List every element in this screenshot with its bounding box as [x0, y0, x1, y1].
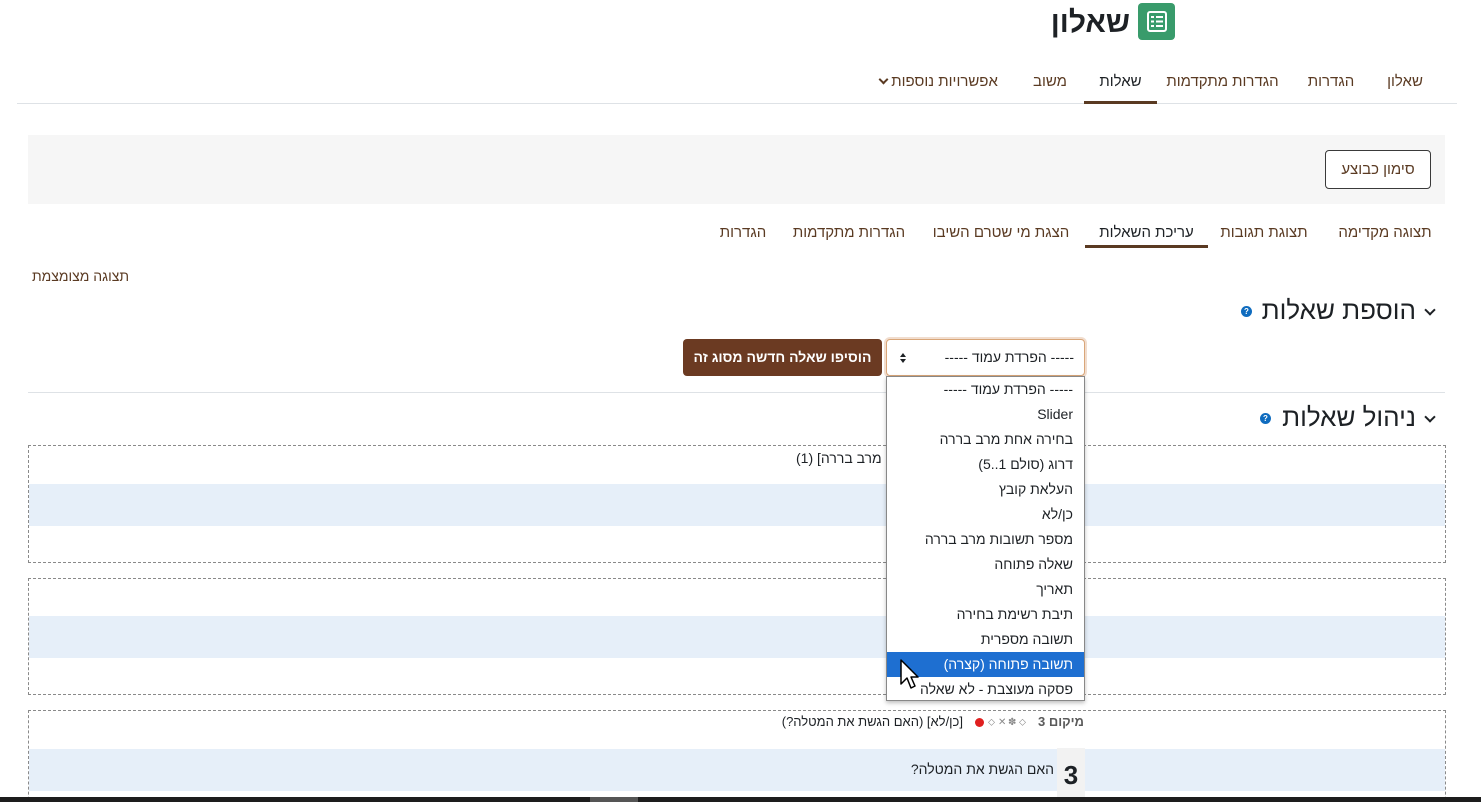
questionnaire-icon [1138, 3, 1175, 40]
option-file-upload[interactable]: העלאת קובץ [887, 477, 1084, 502]
mouse-cursor-icon [900, 659, 919, 689]
tab-advanced-settings[interactable]: הגדרות מתקדמות [1160, 62, 1285, 104]
option-rate-scale[interactable]: דרוג (סולם 1..5) [887, 452, 1084, 477]
collapse-chevron-icon[interactable] [1424, 304, 1436, 316]
window-bottom-edge [0, 797, 1481, 802]
question-type-select[interactable]: ----- הפרדת עמוד ----- [886, 339, 1085, 376]
section-divider [28, 392, 1445, 393]
option-slider[interactable]: Slider [887, 402, 1084, 427]
option-dropdown-box[interactable]: תיבת רשימת בחירה [887, 602, 1084, 627]
question-content-band [29, 616, 1445, 658]
select-updown-icon [899, 353, 907, 363]
tab-questionnaire[interactable]: שאלון [1372, 62, 1438, 104]
tab-view-responses[interactable]: תצוגת תגובות [1213, 222, 1315, 248]
question-type-dropdown-list: ----- הפרדת עמוד ----- Slider בחירה אחת … [886, 376, 1085, 701]
move-icon[interactable]: ⬦ [1019, 718, 1026, 728]
position-label: מיקום 3 [1038, 714, 1084, 729]
question-content-band [29, 749, 1445, 791]
scroll-indicator[interactable] [590, 797, 638, 802]
tab-preview[interactable]: תצוגה מקדימה [1330, 222, 1440, 248]
primary-navigation: שאלון הגדרות הגדרות מתקדמות שאלות משוב א… [17, 62, 1457, 104]
tab-more-options[interactable]: אפשרויות נוספות [867, 62, 1007, 104]
required-toggle-icon[interactable]: ⬦ [988, 718, 995, 728]
question-type-select-value: ----- הפרדת עמוד ----- [944, 349, 1074, 365]
tab-settings-secondary[interactable]: הגדרות [708, 222, 778, 248]
question-text: האם הגשת את המטלה? [910, 761, 1054, 777]
gear-icon[interactable]: ✽ [1008, 718, 1016, 728]
tab-edit-questions[interactable]: עריכת השאלות [1085, 222, 1208, 248]
question-header: מרב בררה] (1) [796, 450, 882, 466]
tab-feedback[interactable]: משוב [1020, 62, 1080, 104]
chevron-down-icon [878, 74, 889, 85]
question-number: 3 [1057, 748, 1085, 798]
option-essay-box[interactable]: שאלה פתוחה [887, 552, 1084, 577]
option-radio-buttons[interactable]: בחירה אחת מרב בררה [887, 427, 1084, 452]
question-header: [כן/לא] (האם הגשת את המטלה?) [781, 714, 963, 729]
tab-advanced-settings-secondary[interactable]: הגדרות מתקדמות [786, 222, 912, 248]
question-position-controls: מיקום 3 ⬦ ✽ ✕ ⬦ [975, 714, 1087, 730]
tab-non-respondents[interactable]: הצגת מי שטרם השיבו [923, 222, 1079, 248]
compact-view-link[interactable]: תצוגה מצומצמת [32, 268, 142, 284]
option-page-break[interactable]: ----- הפרדת עמוד ----- [887, 377, 1084, 402]
tab-questions[interactable]: שאלות [1084, 62, 1157, 104]
activity-completion-bar [28, 135, 1445, 204]
option-numeric[interactable]: תשובה מספרית [887, 627, 1084, 652]
question-content-band [29, 484, 1445, 526]
option-check-boxes[interactable]: מספר תשובות מרב בררה [887, 527, 1084, 552]
tab-more-options-label: אפשרויות נוספות [891, 73, 998, 90]
tab-settings[interactable]: הגדרות [1298, 62, 1364, 104]
collapse-chevron-icon[interactable] [1424, 411, 1436, 423]
help-icon[interactable]: ? [1260, 413, 1271, 424]
mark-as-done-button[interactable]: סימון כבוצע [1325, 150, 1431, 189]
add-questions-heading: הוספת שאלות [1261, 295, 1416, 325]
delete-icon[interactable]: ✕ [998, 718, 1006, 728]
required-indicator-icon[interactable] [975, 718, 984, 727]
help-icon[interactable]: ? [1241, 306, 1252, 317]
manage-questions-heading: ניהול שאלות [1282, 402, 1416, 432]
option-yes-no[interactable]: כן/לא [887, 502, 1084, 527]
page-title: שאלון [1050, 6, 1130, 39]
add-question-button[interactable]: הוסיפו שאלה חדשה מסוג זה [683, 339, 882, 376]
option-date[interactable]: תאריך [887, 577, 1084, 602]
